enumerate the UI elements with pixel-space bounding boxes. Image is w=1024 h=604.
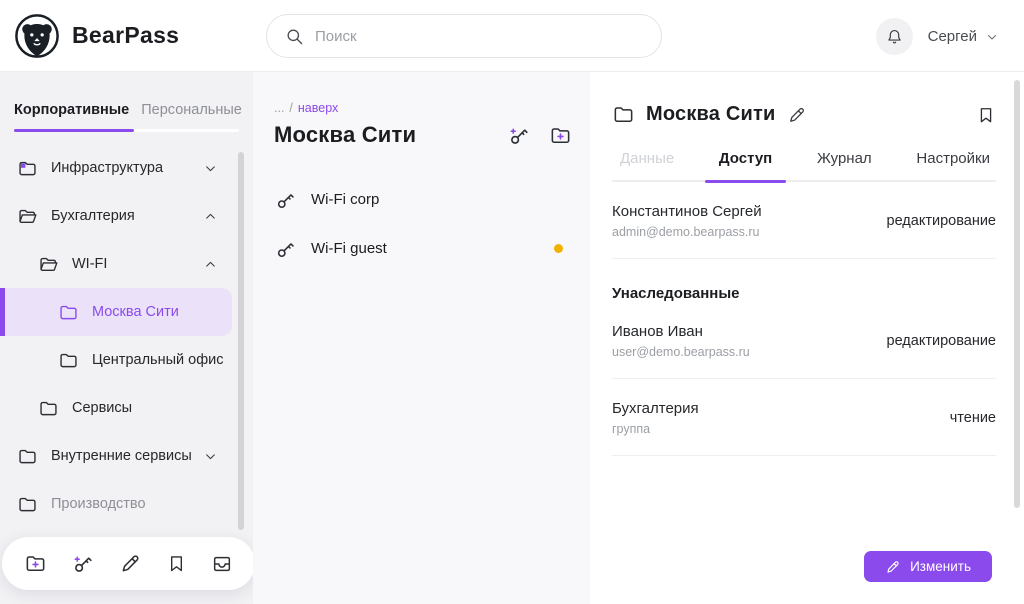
folder-actions (507, 124, 572, 147)
access-permission: чтение (950, 410, 996, 426)
logo[interactable]: BearPass (14, 13, 179, 59)
key-icon (274, 189, 296, 211)
tree-item-label: Инфраструктура (51, 160, 163, 176)
brand-name: BearPass (72, 22, 179, 49)
folder-open-icon (38, 254, 59, 275)
access-group-type: группа (612, 422, 699, 436)
folder-icon (17, 446, 38, 467)
inherited-heading: Унаследованные (612, 285, 996, 302)
bookmark-button[interactable] (166, 553, 187, 574)
search-box[interactable] (266, 14, 662, 58)
rename-pencil-button[interactable] (787, 105, 807, 125)
tree-item-moscow-city[interactable]: Москва Сити (0, 288, 232, 336)
tree-item-internal-services[interactable]: Внутренние сервисы (0, 432, 253, 480)
search-input[interactable] (315, 28, 643, 45)
tree-item-label: Бухгалтерия (51, 208, 135, 224)
credential-label: Wi-Fi corp (311, 191, 379, 208)
folder-open-icon (17, 206, 38, 227)
top-header: BearPass Сергей (0, 0, 1024, 72)
add-folder-button[interactable] (24, 552, 47, 575)
change-access-button[interactable]: Изменить (864, 551, 992, 582)
details-tabs: Данные Доступ Журнал Настройки (612, 150, 996, 180)
breadcrumb-dots[interactable]: ... (274, 101, 284, 115)
notifications-button[interactable] (876, 18, 913, 55)
folder-icon (58, 302, 79, 323)
folder-title: Москва Сити (274, 122, 507, 148)
chevron-down-icon (986, 31, 998, 43)
tree-item-services[interactable]: Сервисы (0, 384, 253, 432)
key-icon (274, 238, 296, 260)
tab-data[interactable]: Данные (620, 150, 674, 167)
breadcrumb-up-link[interactable]: наверх (298, 101, 338, 115)
sidebar: Корпоративные Персональные Инфраструктур… (0, 72, 253, 604)
user-area: Сергей (876, 18, 998, 55)
details-title: Москва Сити (646, 103, 776, 126)
add-folder-button[interactable] (549, 124, 572, 147)
access-row: Бухгалтерия группа чтение (612, 379, 996, 456)
chevron-up-icon[interactable] (204, 258, 217, 271)
credentials-list: Wi-Fi corp Wi-Fi guest (274, 175, 590, 273)
sidebar-tabs: Корпоративные Персональные (0, 72, 253, 118)
tab-corporate[interactable]: Корпоративные (14, 102, 129, 118)
search-icon (285, 27, 304, 46)
folder-icon (17, 494, 38, 515)
tree-item-label: WI-FI (72, 256, 107, 272)
chevron-down-icon[interactable] (204, 450, 217, 463)
chevron-up-icon[interactable] (204, 210, 217, 223)
access-user-name: Константинов Сергей (612, 203, 762, 220)
tab-personal[interactable]: Персональные (141, 102, 242, 118)
access-permission: редактирование (887, 333, 997, 349)
chevron-down-icon[interactable] (204, 162, 217, 175)
details-panel: Москва Сити Данные Доступ Журнал Настрой… (590, 72, 1024, 604)
tree-item-accounting[interactable]: Бухгалтерия (0, 192, 253, 240)
credential-label: Wi-Fi guest (311, 240, 387, 257)
inbox-button[interactable] (211, 553, 233, 575)
bear-logo-icon (14, 13, 60, 59)
access-user-email: admin@demo.bearpass.ru (612, 225, 762, 239)
tree-item-label: Сервисы (72, 400, 132, 416)
folder-tree: Инфраструктура Бухгалтерия (0, 144, 253, 528)
user-name: Сергей (928, 28, 977, 45)
tree-item-label: Центральный офис (92, 352, 223, 368)
bell-icon (885, 27, 904, 46)
credential-item-wifi-corp[interactable]: Wi-Fi corp (274, 175, 590, 224)
access-row: Константинов Сергей admin@demo.bearpass.… (612, 182, 996, 259)
add-key-button[interactable] (507, 124, 530, 147)
breadcrumb-separator: / (289, 101, 292, 115)
sidebar-toolbar (2, 537, 255, 590)
add-key-button[interactable] (71, 552, 94, 575)
folder-marked-icon (17, 158, 38, 179)
access-row: Иванов Иван user@demo.bearpass.ru редакт… (612, 302, 996, 379)
access-user-email: user@demo.bearpass.ru (612, 345, 750, 359)
access-group-name: Бухгалтерия (612, 400, 699, 417)
tree-item-label: Москва Сити (92, 304, 179, 320)
tree-item-label: Внутренние сервисы (51, 448, 192, 464)
change-access-label: Изменить (910, 559, 971, 574)
tab-access[interactable]: Доступ (719, 150, 772, 167)
pencil-icon (885, 559, 901, 575)
breadcrumb: ... / наверх (274, 101, 590, 115)
tree-item-wifi[interactable]: WI-FI (0, 240, 253, 288)
main-layout: Корпоративные Персональные Инфраструктур… (0, 72, 1024, 604)
access-permission: редактирование (887, 213, 997, 229)
credential-item-wifi-guest[interactable]: Wi-Fi guest (274, 224, 590, 273)
tab-settings[interactable]: Настройки (916, 150, 990, 167)
tree-item-label: Производство (51, 496, 146, 512)
tree-item-production[interactable]: Производство (0, 480, 253, 528)
folder-contents-panel: ... / наверх Москва Сити (253, 72, 590, 604)
panel-scrollbar[interactable] (1014, 80, 1020, 508)
sidebar-scrollbar[interactable] (238, 152, 244, 530)
folder-icon (38, 398, 59, 419)
access-user-name: Иванов Иван (612, 323, 750, 340)
tree-item-central-office[interactable]: Центральный офис (0, 336, 253, 384)
tab-journal[interactable]: Журнал (817, 150, 872, 167)
tree-item-infrastructure[interactable]: Инфраструктура (0, 144, 253, 192)
user-menu[interactable]: Сергей (928, 28, 998, 45)
folder-icon (612, 103, 635, 126)
edit-pencil-button[interactable] (119, 552, 142, 575)
bookmark-button[interactable] (976, 105, 996, 125)
folder-icon (58, 350, 79, 371)
status-dot (554, 244, 563, 253)
sidebar-tabs-underline (14, 129, 239, 132)
